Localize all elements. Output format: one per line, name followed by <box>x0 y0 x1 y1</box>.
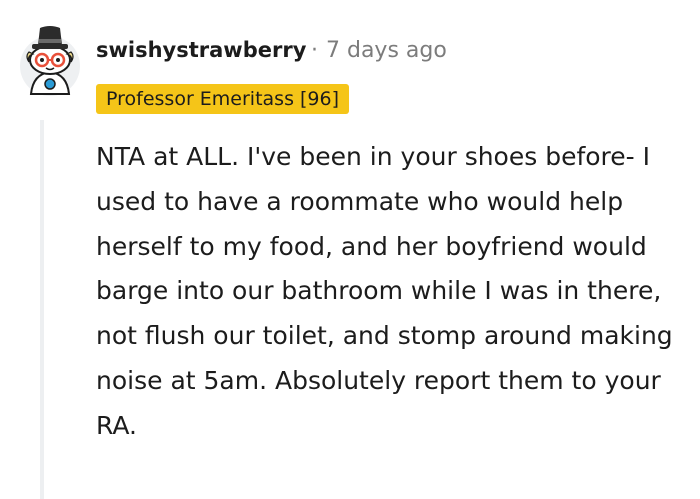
timestamp[interactable]: 7 days ago <box>326 38 447 63</box>
meta-separator: · <box>311 38 318 63</box>
comment-body: NTA at ALL. I've been in your shoes befo… <box>96 142 673 440</box>
thread-line[interactable] <box>40 120 44 499</box>
comment: swishystrawberry · 7 days ago Professor E… <box>0 0 700 499</box>
user-flair: Professor Emeritass [96] <box>96 84 350 114</box>
snoo-avatar-icon[interactable] <box>17 22 83 96</box>
username-link[interactable]: swishystrawberry <box>96 38 306 62</box>
comment-meta: · 7 days ago <box>311 38 447 63</box>
